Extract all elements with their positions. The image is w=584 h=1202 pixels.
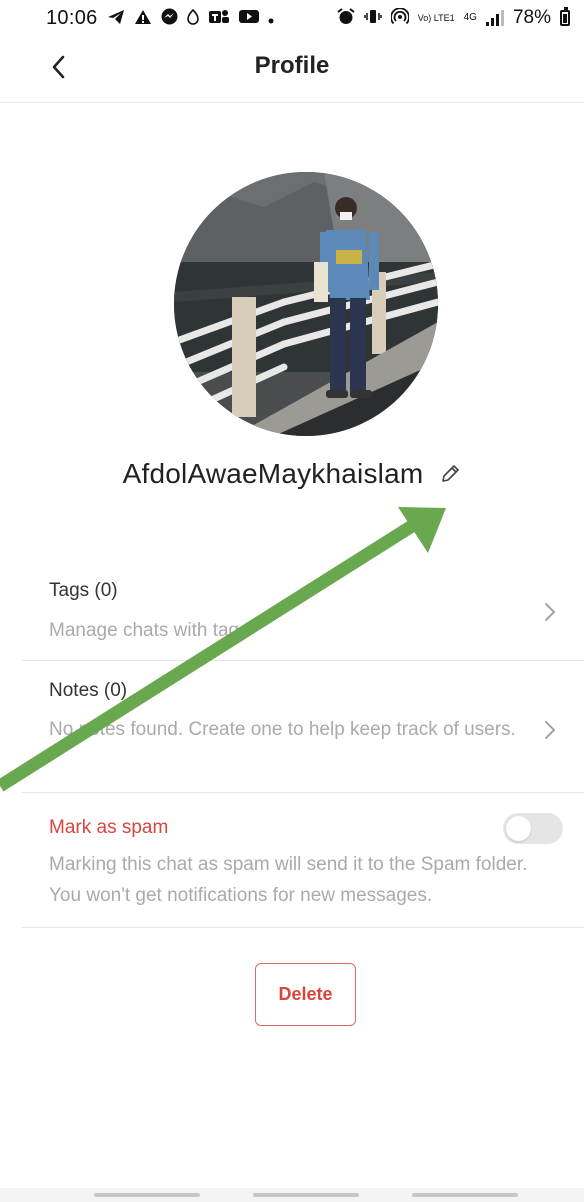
chevron-right-icon <box>545 721 556 739</box>
youtube-icon <box>238 9 259 27</box>
status-right: Vo) LTE1 4G 78% <box>337 7 570 29</box>
hotspot-icon <box>389 7 410 28</box>
messenger-icon <box>161 8 178 28</box>
divider <box>22 660 584 661</box>
battery-icon <box>560 7 570 26</box>
telegram-icon <box>107 9 125 28</box>
chevron-right-icon <box>545 603 556 621</box>
nav-recents-handle[interactable] <box>94 1193 200 1197</box>
network-label-text: Vo) LTE1 <box>417 12 455 23</box>
spam-section: Mark as spam Marking this chat as spam w… <box>22 805 584 927</box>
warning-icon <box>134 9 152 28</box>
signal-icon <box>485 10 504 26</box>
spam-title: Mark as spam <box>49 817 169 838</box>
nav-back-handle[interactable] <box>412 1193 518 1197</box>
network-type-text: 4G <box>463 12 477 23</box>
pencil-icon[interactable] <box>439 460 461 492</box>
avatar[interactable] <box>174 172 438 436</box>
page-title: Profile <box>254 52 330 79</box>
divider <box>22 792 584 793</box>
notes-title: Notes (0) <box>49 680 128 701</box>
alarm-icon <box>337 8 355 28</box>
divider <box>22 927 584 928</box>
network-type: 4G <box>464 13 477 23</box>
status-bar: 10:06 Vo) LTE1 4G 78% <box>0 0 584 36</box>
header: Profile <box>0 36 584 103</box>
spam-description: Marking this chat as spam will send it t… <box>49 854 528 906</box>
battery-percent: 78% <box>512 7 551 28</box>
status-left: 10:06 <box>46 7 274 30</box>
profile-name-row: AfdolAwaeMaykhaislam <box>0 458 584 492</box>
network-label: Vo) LTE1 <box>417 12 455 23</box>
status-time: 10:06 <box>46 6 98 29</box>
profile-screen: 10:06 Vo) LTE1 4G 78% Profile AfdolAwaeM… <box>0 0 584 1202</box>
dot-icon <box>268 10 274 27</box>
tags-section[interactable]: Tags (0) Manage chats with tags <box>22 570 584 660</box>
vibrate-icon <box>364 8 382 28</box>
teams-icon <box>208 8 230 28</box>
profile-name: AfdolAwaeMaykhaislam <box>122 458 424 489</box>
delete-button[interactable]: Delete <box>255 963 356 1026</box>
tags-title: Tags (0) <box>49 580 118 601</box>
tags-description: Manage chats with tags <box>49 620 249 641</box>
spam-toggle[interactable] <box>503 813 563 844</box>
notes-description: No notes found. Create one to help keep … <box>49 719 516 740</box>
notes-section[interactable]: Notes (0) No notes found. Create one to … <box>22 670 584 792</box>
toggle-knob <box>506 816 531 841</box>
nav-home-handle[interactable] <box>253 1193 359 1197</box>
location-icon <box>186 8 199 28</box>
avatar-photo <box>174 172 438 436</box>
